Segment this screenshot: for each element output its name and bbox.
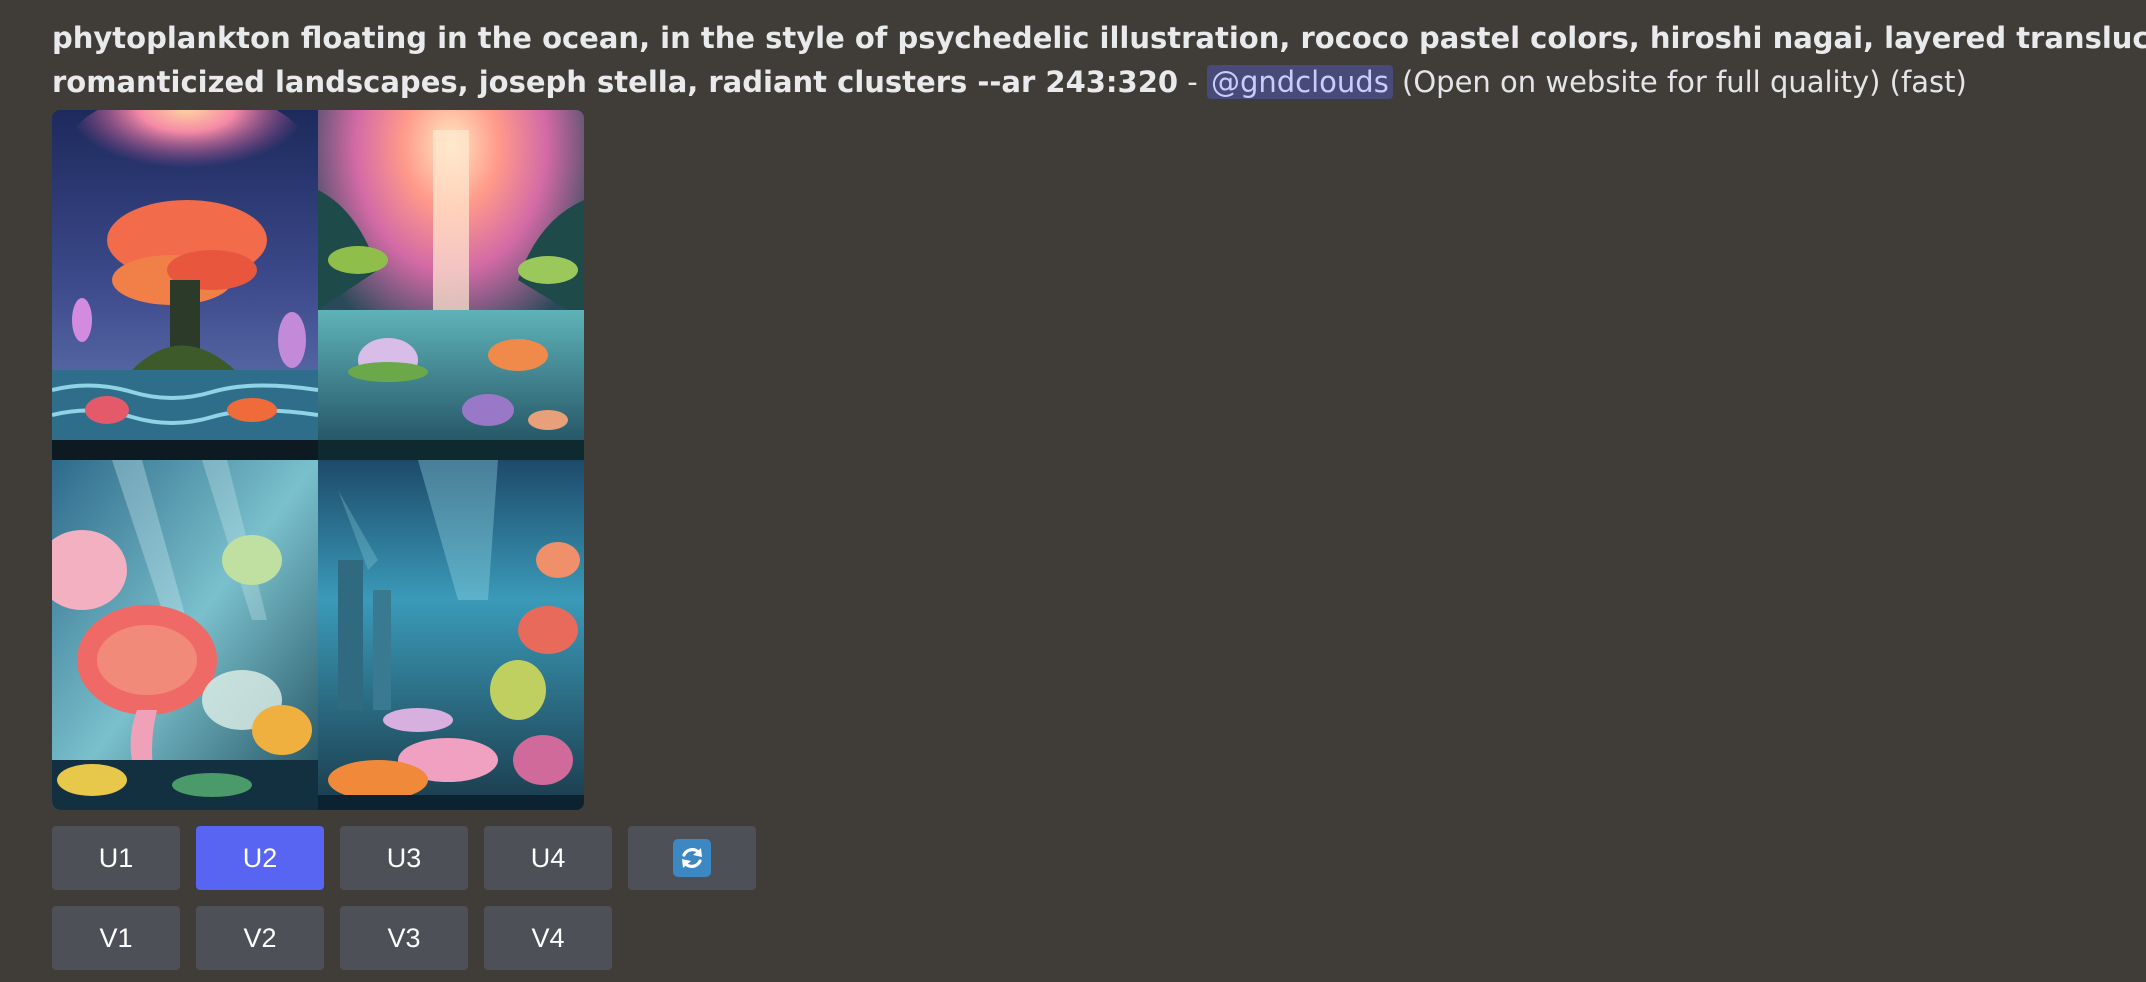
refresh-icon (673, 839, 711, 877)
message-content: phytoplankton floating in the ocean, in … (52, 16, 2146, 104)
message-suffix: (Open on website for full quality) (fast… (1392, 65, 1967, 99)
variation-button-row: V1 V2 V3 V4 (52, 906, 612, 970)
v3-button[interactable]: V3 (340, 906, 468, 970)
prompt-text: phytoplankton floating in the ocean, in … (52, 21, 2146, 55)
prompt-line-2: romanticized landscapes, joseph stella, … (52, 60, 2092, 104)
v2-button[interactable]: V2 (196, 906, 324, 970)
u4-button[interactable]: U4 (484, 826, 612, 890)
u3-button[interactable]: U3 (340, 826, 468, 890)
image-tile-2[interactable] (318, 110, 584, 460)
image-tile-3[interactable] (52, 460, 318, 810)
generated-image-2 (318, 110, 584, 460)
separator: - (1178, 65, 1207, 99)
image-tile-1[interactable] (52, 110, 318, 460)
user-mention[interactable]: @gndclouds (1206, 65, 1393, 99)
reroll-button[interactable] (628, 826, 756, 890)
image-tile-4[interactable] (318, 460, 584, 810)
prompt-text-continued: romanticized landscapes, joseph stella, … (52, 65, 1179, 99)
v4-button[interactable]: V4 (484, 906, 612, 970)
v1-button[interactable]: V1 (52, 906, 180, 970)
generated-image-3 (52, 460, 318, 810)
refresh-glyph (682, 848, 702, 868)
image-grid[interactable] (52, 110, 584, 810)
generated-image-1 (52, 110, 318, 460)
upscale-button-row: U1 U2 U3 U4 (52, 826, 756, 890)
generated-image-4 (318, 460, 584, 810)
u1-button[interactable]: U1 (52, 826, 180, 890)
prompt-line-1: phytoplankton floating in the ocean, in … (52, 16, 2146, 60)
u2-button[interactable]: U2 (196, 826, 324, 890)
